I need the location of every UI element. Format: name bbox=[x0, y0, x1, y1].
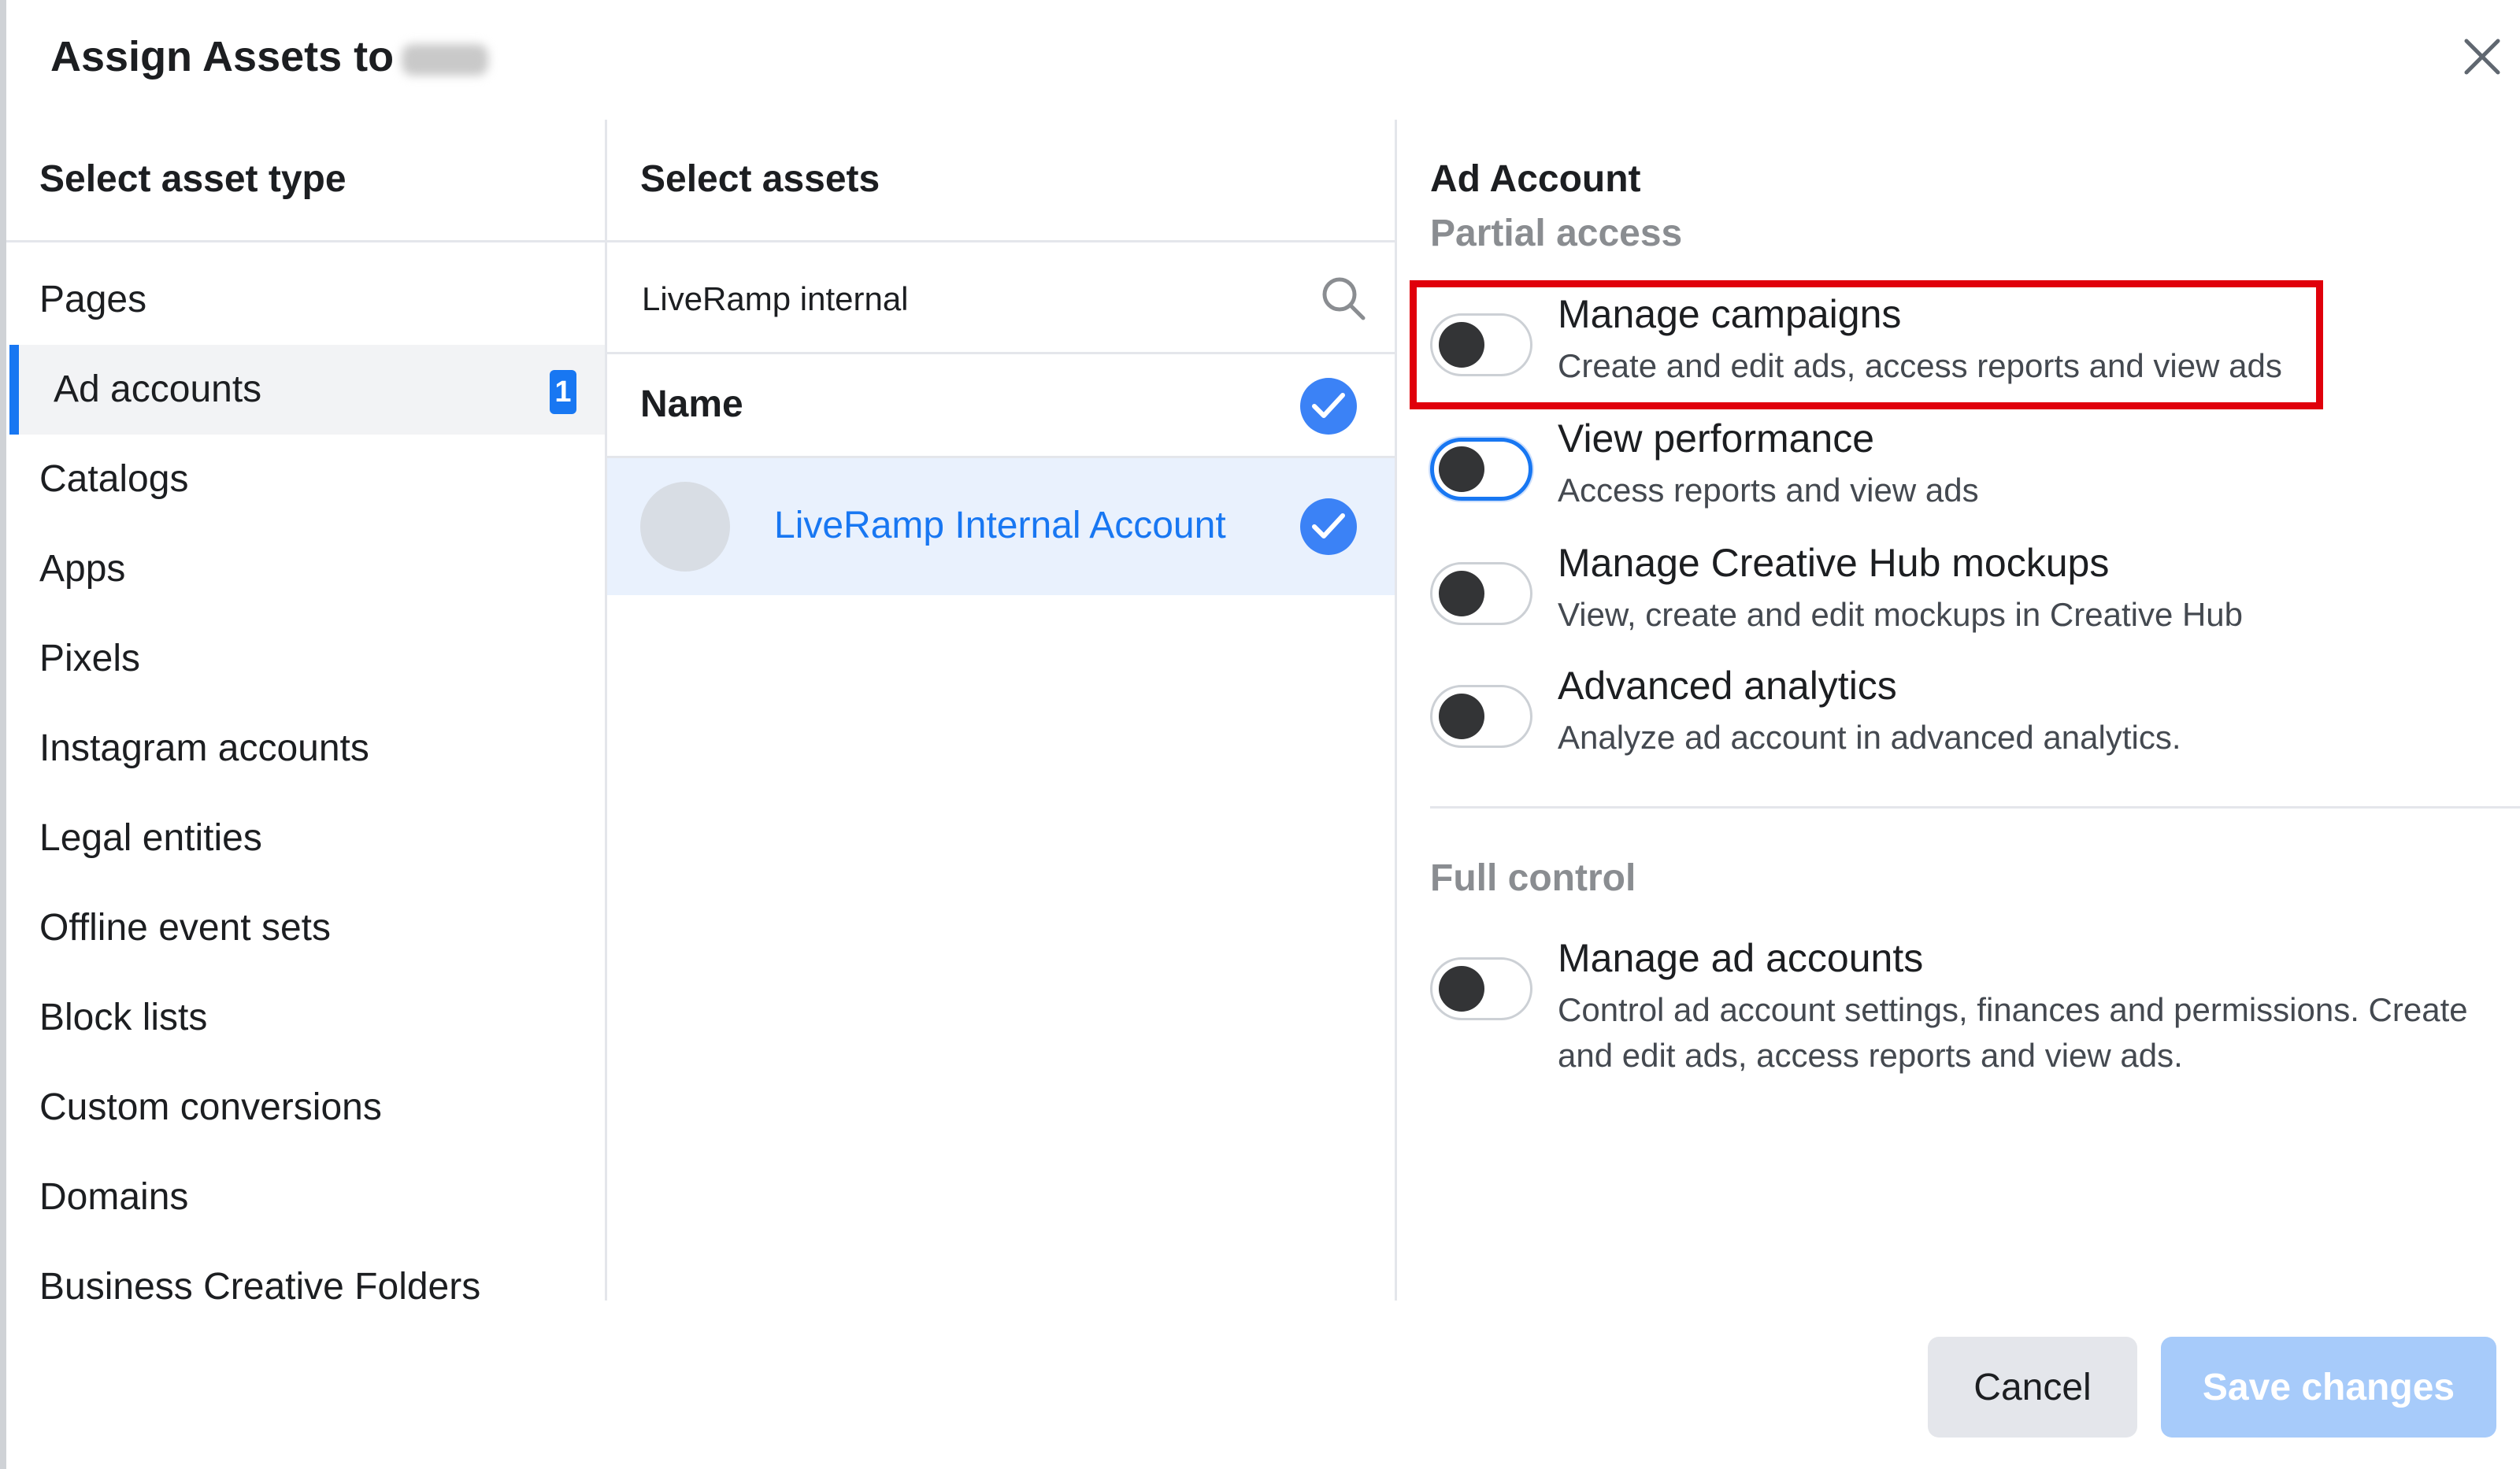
manage-creative-hub-toggle[interactable] bbox=[1430, 562, 1532, 625]
asset-row-checkbox[interactable] bbox=[1300, 498, 1357, 555]
permission-description: Control ad account settings, finances an… bbox=[1558, 991, 2468, 1074]
permission-description: View, create and edit mockups in Creativ… bbox=[1558, 596, 2244, 633]
asset-type-offline-event-sets[interactable]: Offline event sets bbox=[6, 883, 605, 973]
permissions-heading: Ad Account bbox=[1430, 158, 1641, 200]
asset-type-instagram-accounts[interactable]: Instagram accounts bbox=[6, 704, 605, 794]
asset-type-list: Pages Ad accounts 1 Catalogs Apps Pixels… bbox=[6, 242, 605, 1332]
checkmark-icon bbox=[1312, 513, 1345, 538]
asset-type-column: Select asset type Pages Ad accounts 1 Ca… bbox=[6, 120, 607, 1308]
asset-type-domains[interactable]: Domains bbox=[6, 1153, 605, 1242]
asset-name[interactable]: LiveRamp Internal Account bbox=[774, 504, 1226, 547]
manage-campaigns-toggle[interactable] bbox=[1430, 313, 1532, 376]
asset-type-ad-accounts[interactable]: Ad accounts 1 bbox=[9, 345, 605, 435]
permission-title: Manage campaigns bbox=[1558, 292, 1902, 336]
count-badge: 1 bbox=[550, 370, 576, 414]
asset-search-input[interactable] bbox=[640, 271, 1289, 327]
advanced-analytics-toggle[interactable] bbox=[1430, 685, 1532, 748]
permission-description: Create and edit ads, access reports and … bbox=[1558, 347, 2282, 384]
toggle-knob bbox=[1439, 966, 1484, 1012]
manage-ad-accounts-toggle[interactable] bbox=[1430, 957, 1532, 1020]
name-header-row: Name bbox=[607, 354, 1395, 458]
close-button[interactable] bbox=[2454, 28, 2511, 85]
select-all-checkbox[interactable] bbox=[1300, 378, 1357, 435]
asset-type-pixels[interactable]: Pixels bbox=[6, 614, 605, 704]
close-icon bbox=[2464, 39, 2500, 75]
permission-title: Manage Creative Hub mockups bbox=[1558, 541, 2110, 585]
toggle-knob bbox=[1439, 694, 1484, 739]
permission-title: Manage ad accounts bbox=[1558, 936, 1924, 980]
permission-title: Advanced analytics bbox=[1558, 664, 1897, 708]
view-performance-toggle[interactable] bbox=[1430, 438, 1532, 501]
asset-avatar bbox=[640, 482, 730, 572]
toggle-knob bbox=[1439, 571, 1484, 616]
save-changes-button[interactable]: Save changes bbox=[2161, 1337, 2496, 1438]
dialog-title-text: Assign Assets to bbox=[50, 33, 395, 80]
full-control-label: Full control bbox=[1430, 857, 1636, 899]
checkmark-icon bbox=[1312, 393, 1345, 418]
asset-type-catalogs[interactable]: Catalogs bbox=[6, 435, 605, 524]
assets-column: Select assets Name LiveRamp Internal Acc… bbox=[607, 120, 1397, 1301]
permission-title: View performance bbox=[1558, 416, 1875, 461]
asset-type-custom-conversions[interactable]: Custom conversions bbox=[6, 1063, 605, 1153]
asset-search bbox=[607, 242, 1395, 354]
asset-type-block-lists[interactable]: Block lists bbox=[6, 973, 605, 1063]
search-icon[interactable] bbox=[1319, 274, 1368, 323]
partial-access-label: Partial access bbox=[1430, 213, 1683, 254]
blurred-name bbox=[402, 43, 489, 76]
window-edge bbox=[0, 0, 6, 1469]
asset-type-apps[interactable]: Apps bbox=[6, 524, 605, 614]
toggle-knob bbox=[1439, 322, 1484, 368]
asset-type-pages[interactable]: Pages bbox=[6, 255, 605, 345]
asset-type-heading: Select asset type bbox=[6, 120, 605, 242]
assets-heading: Select assets bbox=[607, 120, 1395, 242]
permission-description: Access reports and view ads bbox=[1558, 472, 1979, 509]
asset-type-business-creative-folders[interactable]: Business Creative Folders bbox=[6, 1242, 605, 1332]
assign-assets-dialog: Assign Assets to Select asset type Pages… bbox=[6, 0, 2520, 1469]
asset-row[interactable]: LiveRamp Internal Account bbox=[607, 458, 1395, 595]
name-column-header: Name bbox=[640, 383, 743, 425]
cancel-button[interactable]: Cancel bbox=[1928, 1337, 2137, 1438]
permission-description: Analyze ad account in advanced analytics… bbox=[1558, 719, 2181, 756]
toggle-knob bbox=[1439, 446, 1484, 492]
dialog-title: Assign Assets to bbox=[50, 28, 489, 85]
permissions-column: Ad Account Partial access Manage campaig… bbox=[1397, 120, 2520, 1301]
section-divider bbox=[1430, 806, 2520, 809]
asset-type-legal-entities[interactable]: Legal entities bbox=[6, 794, 605, 883]
